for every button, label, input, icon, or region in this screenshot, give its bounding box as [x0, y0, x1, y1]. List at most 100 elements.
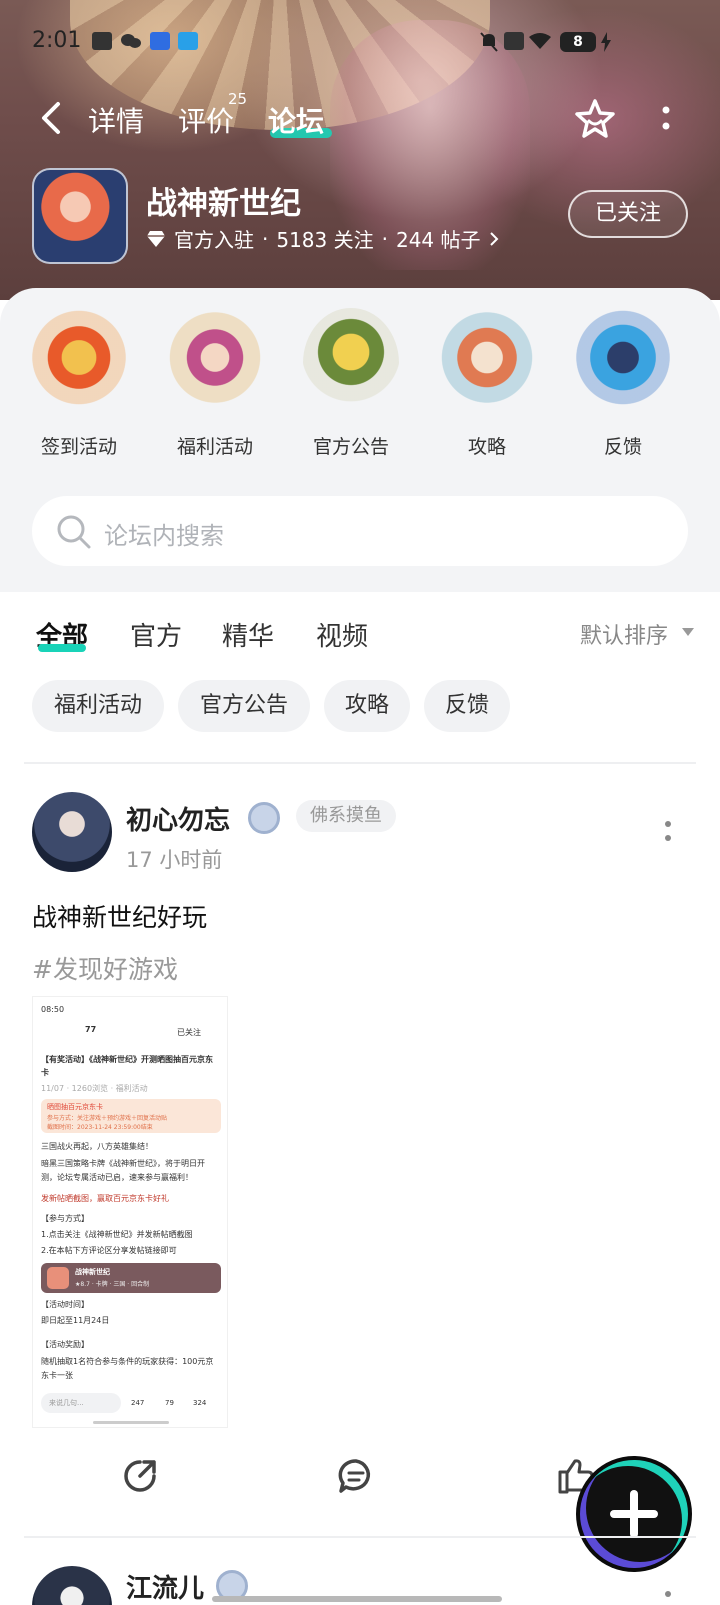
tab-details[interactable]: 详情	[88, 100, 144, 140]
share-icon[interactable]	[120, 1456, 160, 1496]
sort-dropdown[interactable]: 默认排序	[580, 618, 668, 650]
reviews-count: 25	[228, 90, 248, 108]
thumb-likes: 247	[131, 1399, 145, 1407]
more-options-button[interactable]	[656, 102, 676, 136]
post-author[interactable]: 初心勿忘	[126, 800, 230, 837]
thumb-meta: 11/07 · 1260浏览 · 福利活动	[41, 1084, 148, 1093]
star-icon	[575, 99, 615, 138]
dot-separator: ·	[381, 226, 388, 251]
comment-icon[interactable]	[336, 1456, 376, 1496]
diamond-icon	[147, 230, 165, 247]
announcements-character-image	[303, 308, 399, 418]
shortcut-label: 反馈	[603, 436, 642, 458]
thumb-step1: 1.点击关注《战神新世纪》并发新帖晒截图	[41, 1230, 193, 1239]
avatar[interactable]	[32, 792, 112, 872]
filter-tab-featured[interactable]: 精华	[222, 616, 274, 653]
follow-button[interactable]: 已关注	[568, 190, 688, 238]
status-bar: 2:01 8	[0, 26, 720, 58]
shortcut-checkin[interactable]: 签到活动	[24, 308, 134, 459]
back-button[interactable]	[36, 100, 66, 136]
thumb-comments: 324	[193, 1399, 207, 1407]
post-timestamp: 17 小时前	[126, 848, 223, 872]
sim-icon	[504, 32, 524, 50]
tab-forum[interactable]: 论坛	[268, 100, 324, 140]
shortcut-feedback[interactable]: 反馈	[568, 308, 678, 459]
chevron-left-icon	[42, 102, 60, 134]
favorite-button[interactable]	[574, 98, 616, 140]
shortcut-announcements[interactable]: 官方公告	[296, 308, 406, 459]
shortcut-label: 攻略	[467, 436, 506, 458]
plus-icon-vertical	[630, 1490, 638, 1538]
thumb-game-icon	[47, 1267, 69, 1289]
battery-indicator: 8	[560, 32, 596, 52]
dot-separator: ·	[262, 226, 269, 251]
official-badge-label: 官方入驻	[174, 228, 254, 252]
thumb-reward: 随机抽取1名符合参与条件的玩家获得：100元京东卡一张	[41, 1357, 214, 1380]
chip-announcements[interactable]: 官方公告	[178, 680, 310, 732]
shortcut-welfare[interactable]: 福利活动	[160, 308, 270, 459]
shortcut-label: 福利活动	[176, 436, 253, 458]
thumb-para1: 三国战火再起，八方英雄集结！	[41, 1142, 153, 1151]
thumb-home-bar	[93, 1421, 169, 1424]
thumb-time: 08:50	[41, 1005, 65, 1014]
chevron-right-icon	[489, 231, 498, 246]
thumb-comment-input: 来说几句...	[41, 1393, 121, 1413]
thumb-headline: 【有奖活动】《战神新世纪》开测晒图抽百元京东卡	[41, 1055, 213, 1077]
thumb-banner-line1: 参与方式：关注游戏＋预约游戏＋回复活动贴	[47, 1115, 168, 1122]
shortcut-label: 签到活动	[40, 436, 117, 458]
shortcut-label: 官方公告	[312, 436, 389, 458]
game-stats[interactable]: 官方入驻 · 5183 关注 · 244 帖子	[146, 224, 499, 253]
thumb-step2: 2.在本帖下方评论区分享发帖链接即可	[41, 1246, 177, 1255]
forum-search-input[interactable]: 论坛内搜索	[32, 496, 688, 566]
chip-welfare[interactable]: 福利活动	[32, 680, 164, 732]
guides-character-image	[439, 308, 535, 418]
video-app-icon	[178, 32, 198, 50]
author-title-tag: 佛系摸鱼	[296, 800, 396, 832]
post-title[interactable]: 战神新世纪好玩	[32, 898, 207, 934]
shortcut-guides[interactable]: 攻略	[432, 308, 542, 459]
feedback-character-image	[575, 308, 671, 418]
avatar[interactable]	[32, 1566, 112, 1605]
post-more-icon[interactable]	[664, 1588, 672, 1605]
thumb-game-card: 战神新世纪 ★8.7 · 卡牌 · 三国 · 回合制	[41, 1263, 221, 1293]
tab-reviews[interactable]: 评价	[178, 100, 234, 140]
home-indicator	[212, 1596, 502, 1602]
thumb-followed: 已关注	[177, 1028, 201, 1037]
followers-count: 5183 关注	[276, 228, 374, 252]
thumb-para3: 发新帖晒截图，赢取百元京东卡好礼	[41, 1194, 169, 1203]
game-header-banner: 2:01 8 详情 评价 25 论坛 战神新世纪 官方入驻 · 5183 关注 …	[0, 0, 720, 300]
thumb-banner: 晒图抽百元京东卡 参与方式：关注游戏＋预约游戏＋回复活动贴 截图时间：2023-…	[41, 1099, 221, 1133]
posts-count: 244 帖子	[395, 228, 481, 252]
divider	[24, 762, 696, 764]
post-more-icon[interactable]	[664, 818, 672, 848]
game-title: 战神新世纪	[146, 186, 301, 222]
chip-feedback[interactable]: 反馈	[424, 680, 510, 732]
active-filter-indicator	[38, 644, 86, 652]
thumb-card-name: 战神新世纪	[75, 1268, 110, 1276]
game-info: 战神新世纪 官方入驻 · 5183 关注 · 244 帖子 已关注	[0, 164, 720, 264]
category-chips: 福利活动 官方公告 攻略 反馈	[0, 680, 720, 732]
create-post-button[interactable]	[580, 1460, 688, 1568]
chip-guides[interactable]: 攻略	[324, 680, 410, 732]
welfare-character-image	[167, 308, 263, 418]
more-vertical-icon	[662, 106, 670, 130]
post-filter-tabs: 全部 官方 精华 视频 默认排序	[0, 600, 720, 660]
wifi-icon	[528, 32, 552, 50]
status-time: 2:01	[32, 28, 82, 53]
thumb-para2: 暗黑三国策略卡牌《战神新世纪》，将于明日开测，论坛专属活动已启，速来参与赢福利！	[41, 1159, 205, 1182]
baidu-icon	[150, 32, 170, 50]
thumb-favs: 79	[165, 1399, 174, 1407]
search-icon	[57, 515, 91, 549]
forum-panel: 签到活动 福利活动 官方公告 攻略 反馈 论坛内搜索	[0, 288, 720, 592]
thumb-section3: 【活动奖励】	[41, 1340, 89, 1349]
post-hashtag[interactable]: #发现好游戏	[32, 950, 178, 986]
filter-tab-video[interactable]: 视频	[316, 616, 368, 653]
notification-icon	[92, 32, 112, 50]
filter-tab-official[interactable]: 官方	[130, 616, 182, 653]
thumb-banner-line2: 截图时间：2023-11-24 23:59:00结束	[47, 1124, 153, 1131]
thumb-banner-title: 晒图抽百元京东卡	[47, 1103, 103, 1111]
post-image-thumbnail[interactable]: 08:50 77 已关注 【有奖活动】《战神新世纪》开测晒图抽百元京东卡 11/…	[32, 996, 228, 1428]
mute-icon	[480, 32, 500, 52]
game-icon[interactable]	[32, 168, 128, 264]
post-author[interactable]: 江流儿	[126, 1568, 204, 1605]
